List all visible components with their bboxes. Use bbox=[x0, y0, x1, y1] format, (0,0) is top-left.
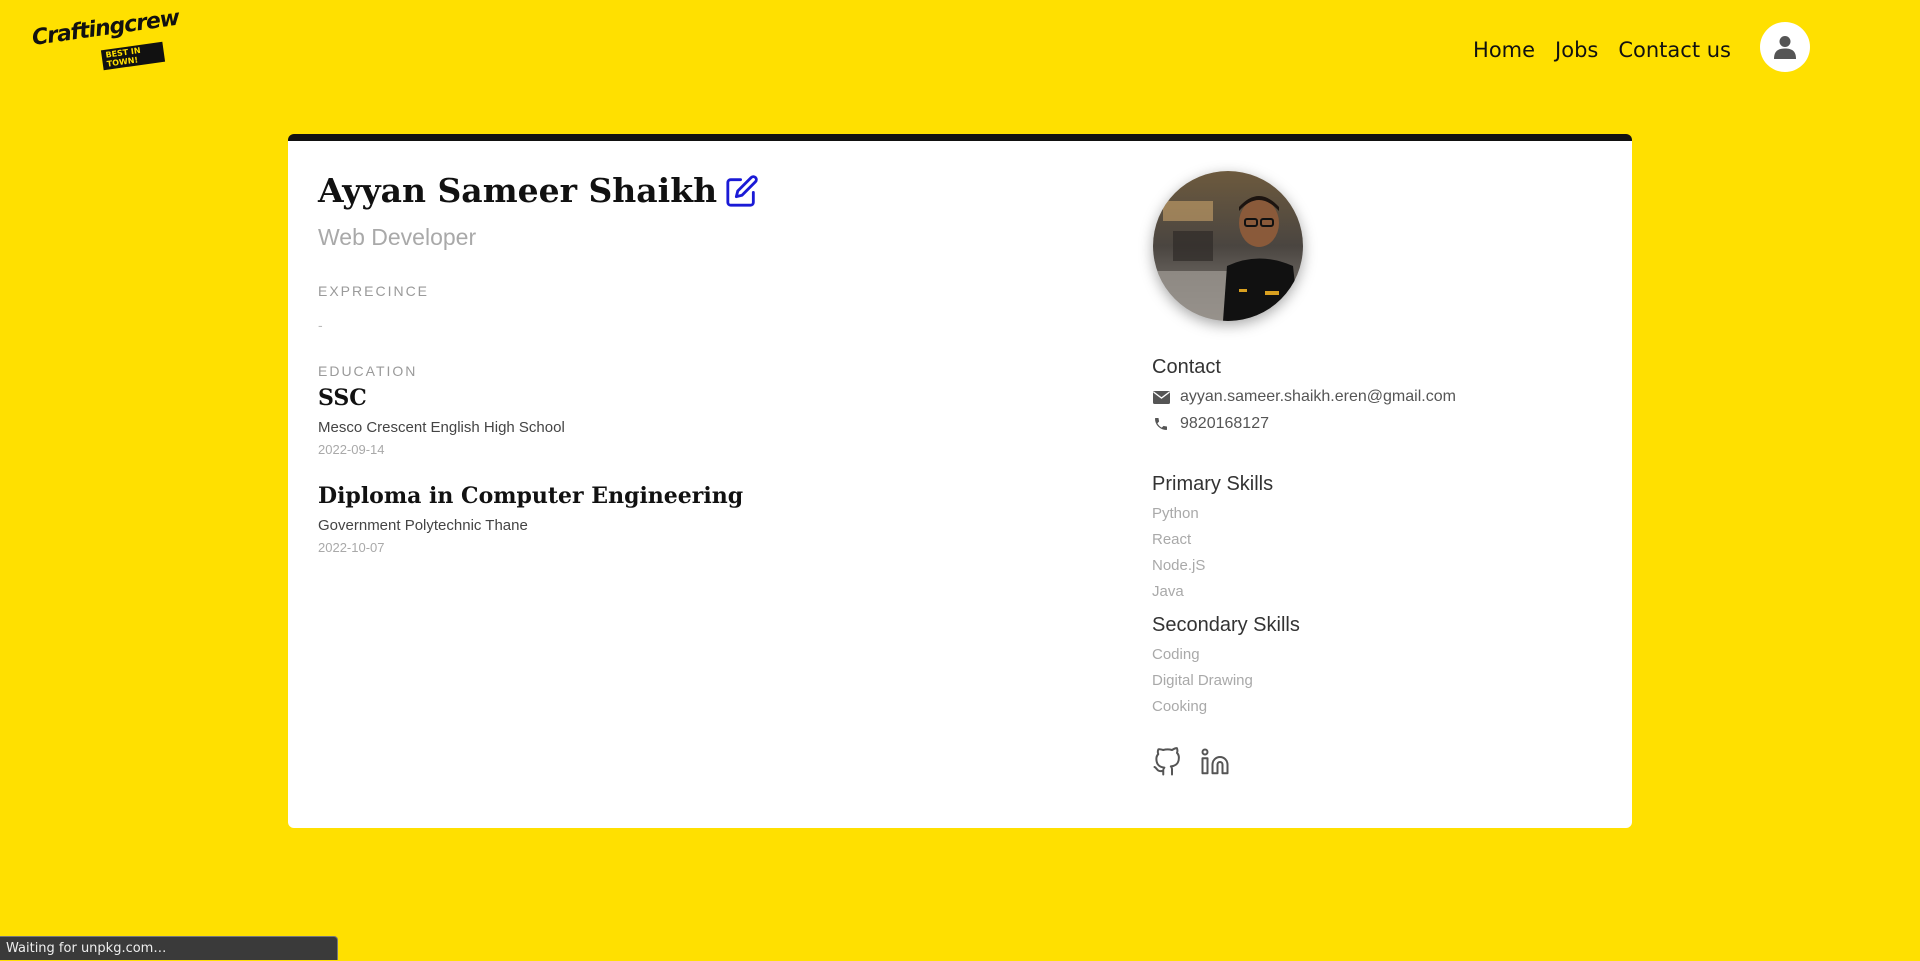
contact-email[interactable]: ayyan.sameer.shaikh.eren@gmail.com bbox=[1180, 388, 1456, 406]
nav-contact-link[interactable]: Contact us bbox=[1618, 38, 1731, 62]
nav-jobs-link[interactable]: Jobs bbox=[1555, 38, 1598, 62]
secondary-skill: Cooking bbox=[1152, 698, 1208, 715]
secondary-skills-title: Secondary Skills bbox=[1152, 614, 1300, 636]
browser-status-bar: Waiting for unpkg.com… bbox=[0, 936, 338, 960]
social-links bbox=[1152, 745, 1592, 779]
primary-skill: Python bbox=[1152, 505, 1199, 522]
contact-title: Contact bbox=[1152, 356, 1221, 378]
brand-tagline: BEST IN TOWN! bbox=[100, 41, 166, 71]
phone-icon bbox=[1152, 415, 1170, 433]
user-icon bbox=[1774, 36, 1796, 59]
envelope-icon bbox=[1152, 388, 1170, 406]
profile-card: Ayyan Sameer Shaikh Web Developer EXPREC… bbox=[288, 134, 1632, 828]
contact-email-row: ayyan.sameer.shaikh.eren@gmail.com bbox=[1152, 388, 1592, 406]
education-label: EDUCATION bbox=[318, 363, 418, 379]
education-date: 2022-09-14 bbox=[318, 442, 385, 457]
primary-skill: Node.jS bbox=[1152, 557, 1206, 574]
education-school: Mesco Crescent English High School bbox=[318, 419, 565, 436]
user-menu-button[interactable] bbox=[1760, 22, 1810, 72]
brand-logo[interactable]: Craftingcrew BEST IN TOWN! bbox=[31, 6, 181, 71]
primary-skills-title: Primary Skills bbox=[1152, 473, 1274, 495]
nav-links: Home Jobs Contact us bbox=[1453, 38, 1731, 62]
education-degree: SSC bbox=[318, 385, 367, 411]
name-row: Ayyan Sameer Shaikh bbox=[318, 171, 1078, 210]
profile-name: Ayyan Sameer Shaikh bbox=[318, 171, 718, 210]
education-item: Diploma in Computer Engineering Governme… bbox=[318, 483, 1078, 555]
education-item: SSC Mesco Crescent English High School 2… bbox=[318, 385, 1078, 457]
secondary-skill: Digital Drawing bbox=[1152, 672, 1253, 689]
profile-role: Web Developer bbox=[318, 224, 477, 250]
edit-icon[interactable] bbox=[725, 174, 759, 208]
linkedin-icon[interactable] bbox=[1200, 745, 1230, 779]
education-date: 2022-10-07 bbox=[318, 540, 385, 555]
education-degree: Diploma in Computer Engineering bbox=[318, 483, 744, 509]
experience-label: EXPRECINCE bbox=[318, 283, 430, 299]
education-school: Government Polytechnic Thane bbox=[318, 517, 528, 534]
nav-home-link[interactable]: Home bbox=[1473, 38, 1535, 62]
primary-skill: Java bbox=[1152, 583, 1184, 600]
experience-value: - bbox=[318, 317, 323, 333]
secondary-skill: Coding bbox=[1152, 646, 1200, 663]
contact-phone-row: 9820168127 bbox=[1152, 415, 1592, 433]
profile-sidebar: Contact ayyan.sameer.shaikh.eren@gmail.c… bbox=[1152, 171, 1592, 779]
primary-skill: React bbox=[1152, 531, 1192, 548]
profile-details: Ayyan Sameer Shaikh Web Developer EXPREC… bbox=[318, 171, 1078, 555]
github-icon[interactable] bbox=[1152, 745, 1182, 779]
profile-photo bbox=[1153, 171, 1303, 321]
navbar: Craftingcrew BEST IN TOWN! Home Jobs Con… bbox=[0, 0, 1920, 100]
contact-phone[interactable]: 9820168127 bbox=[1180, 415, 1269, 433]
